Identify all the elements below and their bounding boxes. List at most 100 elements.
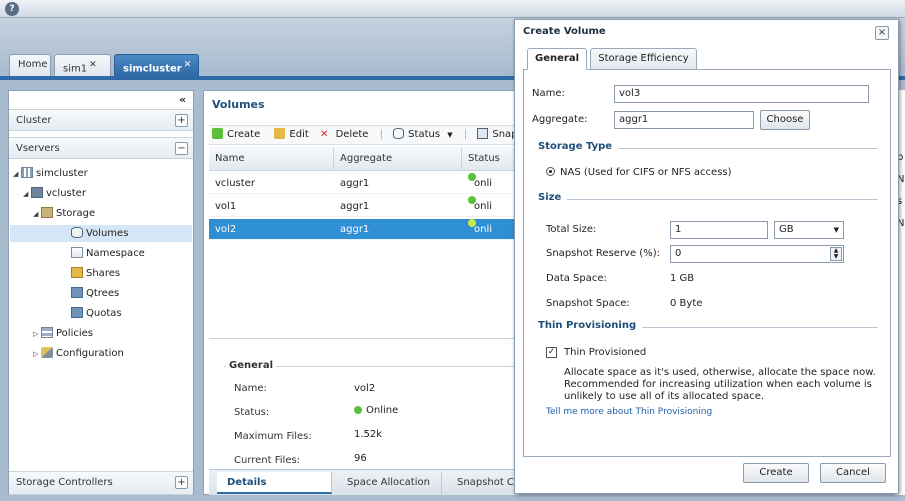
total-size-label: Total Size: — [546, 224, 597, 235]
column-header-status[interactable]: Status — [462, 147, 519, 171]
tree-label: Quotas — [86, 308, 122, 319]
snapshot-icon — [477, 128, 489, 139]
cell-aggregate: aggr1 — [340, 201, 370, 212]
delete-icon: ✕ — [319, 129, 329, 140]
general-legend: General — [226, 360, 276, 371]
detail-tabs: Details Space Allocation Snapshot Co — [209, 469, 519, 495]
sidebar-section-cluster[interactable]: Cluster + — [9, 109, 193, 131]
close-icon[interactable]: ✕ — [184, 60, 192, 70]
tab-general[interactable]: General — [527, 48, 587, 70]
tab-space-allocation[interactable]: Space Allocation — [337, 472, 442, 494]
close-icon[interactable]: ✕ — [89, 60, 97, 70]
detail-name-label: Name: — [234, 383, 267, 394]
column-header-aggregate[interactable]: Aggregate — [334, 147, 462, 171]
sidebar: « Cluster + Vservers − ◢ simcluster ◢ vclu… — [8, 90, 194, 495]
thin-provisioning-description: Allocate space as it's used, otherwise, … — [564, 367, 876, 402]
dialog-footer: Create Cancel — [523, 457, 891, 489]
column-header-name[interactable]: Name — [209, 147, 334, 171]
size-unit-select[interactable]: GB ▼ — [774, 221, 844, 239]
detail-max-files-value: 1.52k — [354, 429, 383, 440]
create-button[interactable]: Create — [209, 128, 264, 140]
tree-label: Policies — [56, 328, 93, 339]
table-row[interactable]: vol1 aggr1 onli — [209, 196, 519, 217]
choose-button[interactable]: Choose — [760, 110, 810, 130]
toolbar-separator: | — [463, 129, 468, 140]
collapsed-arrow-icon[interactable]: ▷ — [33, 326, 41, 343]
tab-simcluster-label: simcluster — [123, 63, 182, 75]
sidebar-section-label: Storage Controllers — [16, 477, 113, 488]
tab-details[interactable]: Details — [217, 472, 332, 494]
thin-provisioned-checkbox[interactable]: ✓ — [546, 347, 557, 358]
dropdown-arrow-icon: ▼ — [833, 226, 839, 234]
size-unit-value: GB — [779, 224, 794, 235]
tree-item-configuration[interactable]: ▷ Configuration — [33, 345, 124, 362]
snapshot-reserve-value: 0 — [675, 248, 682, 259]
create-submit-button[interactable]: Create — [743, 463, 809, 483]
tree-label: Qtrees — [86, 288, 120, 299]
aggregate-input[interactable]: aggr1 — [614, 111, 754, 129]
tab-storage-efficiency[interactable]: Storage Efficiency — [590, 48, 697, 70]
status-text: onli — [474, 201, 493, 212]
radio-selected-icon[interactable] — [546, 167, 555, 176]
dialog-title: Create Volume — [523, 26, 606, 37]
expanded-arrow-icon[interactable]: ◢ — [33, 206, 41, 223]
tab-simcluster[interactable]: simcluster ✕ — [114, 54, 199, 76]
table-row[interactable]: vcluster aggr1 onli — [209, 173, 519, 194]
expanded-arrow-icon[interactable]: ◢ — [23, 186, 31, 203]
status-label: Status — [408, 129, 441, 140]
detail-current-files-value: 96 — [354, 453, 367, 464]
expand-icon[interactable]: + — [175, 476, 188, 489]
qtree-icon — [71, 287, 83, 298]
edit-icon — [274, 128, 286, 139]
expand-icon[interactable]: + — [175, 114, 188, 127]
nas-radio-option[interactable]: NAS (Used for CIFS or NFS access) — [546, 167, 732, 178]
tree-item-volumes[interactable]: Volumes — [10, 225, 192, 242]
tree-label: Storage — [56, 208, 96, 219]
cluster-icon — [21, 167, 33, 178]
edit-label: Edit — [289, 129, 309, 140]
total-size-input[interactable]: 1 — [670, 221, 768, 239]
status-button[interactable]: Status ▼ — [390, 128, 456, 140]
tree-item-shares[interactable]: Shares — [71, 265, 120, 282]
namespace-icon — [71, 247, 83, 258]
spinner-arrows-icon[interactable]: ▲ ▼ — [830, 247, 842, 261]
help-icon[interactable]: ? — [5, 2, 19, 16]
name-input[interactable]: vol3 — [614, 85, 869, 103]
collapse-sidebar-icon[interactable]: « — [179, 93, 186, 106]
tab-snapshot-copies[interactable]: Snapshot Co — [447, 472, 519, 494]
volume-icon — [71, 227, 83, 238]
tree-label: Namespace — [86, 248, 145, 259]
create-icon — [212, 128, 223, 139]
collapse-icon[interactable]: − — [175, 142, 188, 155]
tree-label: vcluster — [46, 188, 86, 199]
tree-item-vcluster[interactable]: ◢ vcluster — [23, 185, 86, 202]
edit-button[interactable]: Edit — [271, 128, 312, 140]
table-row-selected[interactable]: vol2 aggr1 onli — [209, 219, 519, 240]
close-icon[interactable]: × — [875, 26, 889, 40]
detail-status-value: Online — [354, 405, 398, 416]
thin-provisioned-label: Thin Provisioned — [564, 347, 647, 358]
tab-home[interactable]: Home — [9, 54, 51, 76]
snapshot-reserve-stepper[interactable]: 0 ▲ ▼ — [670, 245, 844, 263]
detail-status-label: Status: — [234, 407, 270, 418]
tree-item-quotas[interactable]: Quotas — [71, 305, 122, 322]
dialog-tabs: General Storage Efficiency — [523, 48, 891, 70]
delete-button[interactable]: ✕ Delete — [320, 129, 372, 140]
tree-item-storage[interactable]: ◢ Storage — [33, 205, 95, 222]
quota-icon — [71, 307, 83, 318]
tree-label: simcluster — [36, 168, 88, 179]
expanded-arrow-icon[interactable]: ◢ — [13, 166, 21, 183]
collapsed-arrow-icon[interactable]: ▷ — [33, 346, 41, 363]
tree-item-policies[interactable]: ▷ Policies — [33, 325, 93, 342]
tree-item-namespace[interactable]: Namespace — [71, 245, 145, 262]
snapshot-button[interactable]: Snapshot Co — [474, 128, 519, 140]
cancel-button[interactable]: Cancel — [820, 463, 886, 483]
tree-item-qtrees[interactable]: Qtrees — [71, 285, 119, 302]
tab-sim1[interactable]: sim1 ✕ — [54, 54, 111, 76]
tree-item-simcluster[interactable]: ◢ simcluster — [13, 165, 88, 182]
detail-max-files-label: Maximum Files: — [234, 431, 312, 442]
thin-provisioning-help-link[interactable]: Tell me more about Thin Provisioning — [546, 407, 712, 417]
cell-aggregate: aggr1 — [340, 224, 370, 235]
sidebar-section-vservers[interactable]: Vservers − — [9, 137, 193, 159]
sidebar-section-storage-controllers[interactable]: Storage Controllers + — [9, 471, 193, 495]
